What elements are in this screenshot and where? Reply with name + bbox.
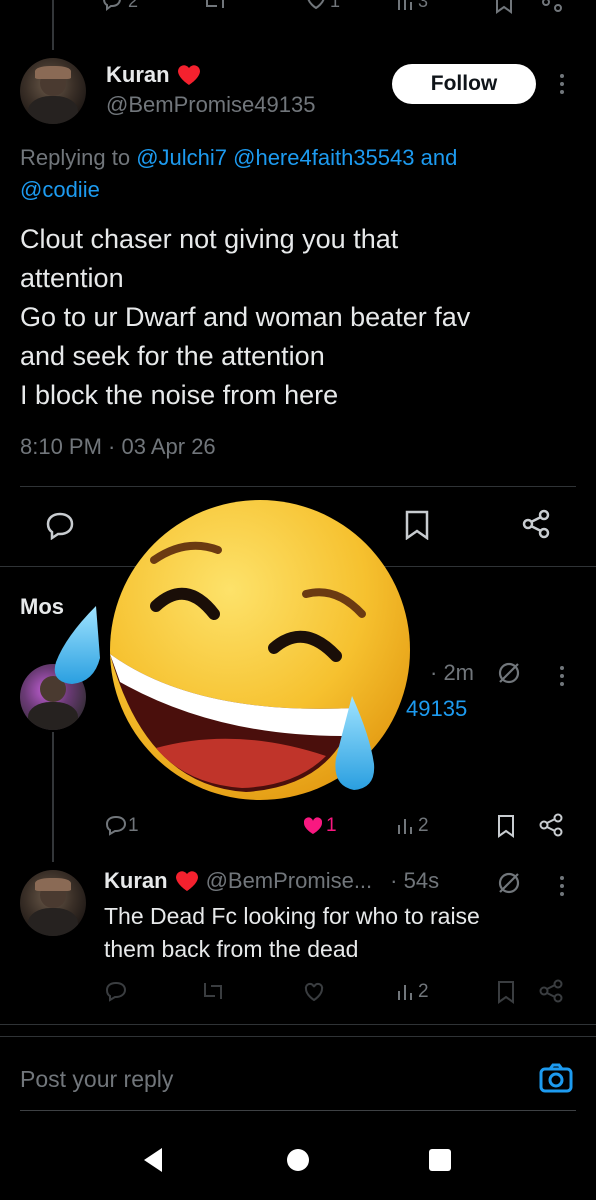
reply-icon[interactable] <box>104 980 128 1002</box>
back-nav-icon[interactable] <box>140 1146 166 1174</box>
laughing-crying-emoji <box>36 486 416 846</box>
heart-icon <box>176 63 202 87</box>
author-handle[interactable]: @BemPromise... <box>206 868 373 894</box>
divider <box>0 1036 596 1037</box>
retweet-icon[interactable] <box>202 0 228 12</box>
avatar[interactable] <box>20 870 86 936</box>
reply-time[interactable]: · 54s <box>390 868 439 894</box>
views-count: 2 <box>418 815 429 836</box>
share-icon[interactable] <box>538 812 564 838</box>
replying-mentions[interactable]: @Julchi7 @here4faith35543 <box>136 145 414 170</box>
reply-icon[interactable] <box>100 0 124 12</box>
follow-button[interactable]: Follow <box>392 64 536 104</box>
post-line: and seek for the attention <box>20 341 325 371</box>
author-name[interactable]: Kuran <box>104 868 168 894</box>
retweet-icon[interactable] <box>200 980 226 1002</box>
author-name[interactable]: Kuran <box>106 62 170 88</box>
share-icon[interactable] <box>538 978 564 1004</box>
recents-nav-icon[interactable] <box>428 1148 452 1172</box>
like-icon[interactable] <box>304 0 328 12</box>
camera-icon[interactable] <box>538 1062 574 1094</box>
heart-icon <box>174 869 200 893</box>
share-icon[interactable] <box>520 508 552 540</box>
views-icon[interactable] <box>396 0 416 12</box>
top-views-count: 3 <box>418 0 429 11</box>
thread-connector <box>52 0 54 50</box>
divider <box>20 1110 576 1111</box>
grok-icon[interactable] <box>496 660 522 686</box>
top-like-count: 1 <box>330 0 341 11</box>
replying-mention-codiie[interactable]: @codiie <box>20 177 100 202</box>
post-line: I block the noise from here <box>20 380 339 410</box>
grok-icon[interactable] <box>496 870 522 896</box>
views-icon[interactable] <box>396 980 416 1002</box>
reply-input[interactable]: Post your reply <box>20 1066 173 1093</box>
reply-time[interactable]: · 2m <box>430 660 474 686</box>
post-line: Go to ur Dwarf and woman beater fav <box>20 302 471 332</box>
author-name-row: Kuran <box>106 62 202 88</box>
post-line: Clout chaser not giving you that <box>20 224 399 254</box>
bookmark-icon[interactable] <box>494 0 514 14</box>
home-nav-icon[interactable] <box>286 1148 310 1172</box>
post-timestamp[interactable]: 8:10 PM · 03 Apr 26 <box>20 434 216 460</box>
avatar[interactable] <box>20 58 86 124</box>
reply-line: The Dead Fc looking for who to raise <box>104 903 480 929</box>
post-line: attention <box>20 263 124 293</box>
reply-line: them back from the dead <box>104 936 359 962</box>
author-handle[interactable]: @BemPromise49135 <box>106 92 315 118</box>
more-icon[interactable] <box>560 74 564 94</box>
bookmark-icon[interactable] <box>496 980 516 1004</box>
views-count: 2 <box>418 981 429 1002</box>
post-text: Clout chaser not giving you that attenti… <box>20 220 580 415</box>
reply-text: The Dead Fc looking for who to raise the… <box>104 900 480 966</box>
replying-and: and <box>420 145 458 170</box>
top-action-row: 2 1 3 <box>0 0 596 22</box>
more-icon[interactable] <box>560 666 564 686</box>
replying-prefix: Replying to <box>20 145 131 170</box>
divider <box>0 1024 596 1025</box>
top-reply-count: 2 <box>128 0 139 11</box>
share-icon[interactable] <box>540 0 564 14</box>
reply2-header: Kuran @BemPromise... · 54s <box>104 868 439 894</box>
more-icon[interactable] <box>560 876 564 896</box>
bookmark-icon[interactable] <box>496 814 516 838</box>
like-icon[interactable] <box>302 980 326 1002</box>
replying-to: Replying to @Julchi7 @here4faith35543 an… <box>20 142 580 206</box>
